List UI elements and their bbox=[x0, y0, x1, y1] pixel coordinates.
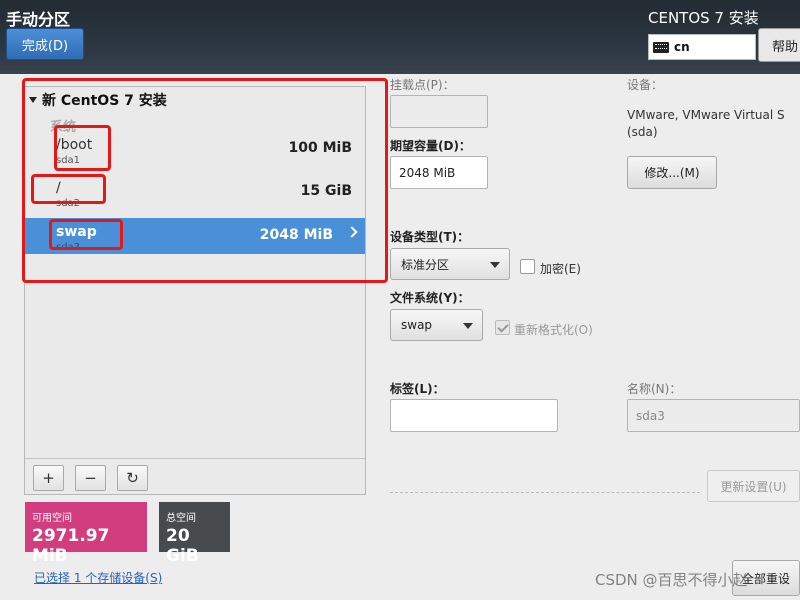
partition-mount-point: /boot bbox=[56, 137, 93, 153]
desired-capacity-input[interactable]: 2048 MiB bbox=[390, 156, 488, 189]
desired-capacity-label: 期望容量(D)： bbox=[390, 139, 471, 153]
total-space-badge: 总空间 20 GiB bbox=[159, 502, 230, 566]
mount-point-input[interactable] bbox=[390, 95, 488, 128]
device-type-value: 标准分区 bbox=[401, 257, 450, 272]
keyboard-layout-indicator[interactable]: cn bbox=[648, 34, 756, 60]
total-space-value: 20 GiB bbox=[166, 526, 199, 566]
name-label: 名称(N)： bbox=[627, 382, 682, 396]
filesystem-label: 文件系统(Y)： bbox=[390, 291, 470, 305]
available-space-value: 2971.97 MiB bbox=[32, 526, 110, 566]
partition-size: 15 GiB bbox=[300, 183, 352, 199]
help-button[interactable]: 帮助 bbox=[758, 28, 800, 62]
keyboard-icon bbox=[653, 41, 669, 53]
tag-input[interactable] bbox=[390, 399, 558, 432]
partition-mount-point: swap bbox=[56, 224, 97, 240]
dropdown-arrow-icon bbox=[463, 323, 473, 329]
partition-toolbar: + − ↻ bbox=[25, 458, 365, 494]
partition-mount-point: / bbox=[56, 180, 61, 196]
done-button[interactable]: 完成(D) bbox=[6, 28, 84, 60]
available-space-label: 可用空间 bbox=[32, 513, 72, 524]
chevron-right-icon bbox=[346, 226, 358, 238]
total-space-label: 总空间 bbox=[166, 513, 196, 524]
selected-storage-link[interactable]: 已选择 1 个存储设备(S) bbox=[34, 569, 162, 586]
reformat-checkbox[interactable] bbox=[495, 320, 510, 335]
device-subname: (sda) bbox=[627, 125, 658, 139]
watermark: CSDN @百思不得小赵 bbox=[595, 571, 748, 589]
partition-device: sda1 bbox=[56, 155, 81, 166]
remove-partition-button[interactable]: − bbox=[75, 465, 106, 491]
dropdown-arrow-icon bbox=[490, 262, 500, 268]
product-title: CENTOS 7 安装 bbox=[648, 9, 759, 27]
encrypt-label: 加密(E) bbox=[540, 262, 581, 276]
partition-device: sda2 bbox=[56, 198, 81, 209]
device-type-label: 设备类型(T)： bbox=[390, 230, 470, 244]
partition-row-boot[interactable]: /boot sda1 100 MiB bbox=[25, 131, 365, 167]
available-space-badge: 可用空间 2971.97 MiB bbox=[25, 502, 147, 566]
add-partition-button[interactable]: + bbox=[33, 465, 64, 491]
refresh-button[interactable]: ↻ bbox=[117, 465, 148, 491]
filesystem-select[interactable]: swap bbox=[390, 309, 483, 341]
partition-size: 2048 MiB bbox=[259, 227, 333, 243]
device-type-select[interactable]: 标准分区 bbox=[390, 248, 510, 280]
partition-row-root[interactable]: / sda2 15 GiB bbox=[25, 174, 365, 210]
name-input[interactable]: sda3 bbox=[627, 399, 800, 432]
filesystem-value: swap bbox=[401, 318, 433, 332]
tag-label: 标签(L)： bbox=[390, 382, 445, 396]
divider bbox=[390, 492, 700, 493]
partition-list-panel: 新 CentOS 7 安装 系统 /boot sda1 100 MiB / sd… bbox=[24, 86, 366, 495]
update-settings-button[interactable]: 更新设置(U) bbox=[707, 470, 800, 502]
device-label: 设备： bbox=[627, 78, 664, 92]
partition-size: 100 MiB bbox=[288, 140, 353, 156]
page-title: 手动分区 bbox=[6, 10, 71, 29]
top-bar: 手动分区 完成(D) CENTOS 7 安装 cn 帮助 bbox=[0, 0, 800, 74]
mount-point-label: 挂载点(P)： bbox=[390, 78, 455, 92]
install-group-header[interactable]: 新 CentOS 7 安装 bbox=[29, 90, 167, 110]
device-name: VMware, VMware Virtual S bbox=[627, 108, 785, 122]
reformat-label: 重新格式化(O) bbox=[514, 323, 593, 337]
modify-device-button[interactable]: 修改...(M) bbox=[627, 156, 717, 189]
encrypt-checkbox[interactable] bbox=[520, 259, 535, 274]
partition-device: sda3 bbox=[56, 242, 81, 253]
keyboard-layout-label: cn bbox=[674, 40, 690, 54]
partition-row-swap[interactable]: swap sda3 2048 MiB bbox=[25, 218, 365, 254]
expand-triangle-icon[interactable] bbox=[29, 97, 37, 103]
install-group-title: 新 CentOS 7 安装 bbox=[42, 93, 167, 109]
